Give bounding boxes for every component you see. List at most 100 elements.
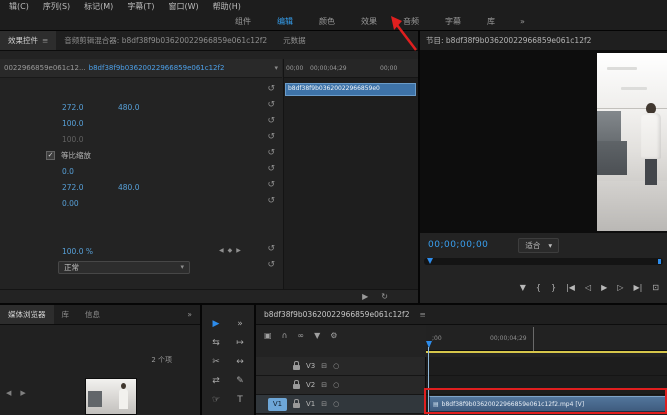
reset-icon[interactable]: ↺ [267,84,275,94]
position-x-value[interactable]: 272.0 [62,103,118,112]
next-keyframe-icon[interactable]: ▶ [236,247,245,254]
workspace-tab-effects[interactable]: 效果 [348,16,390,27]
sync-lock-icon[interactable]: ⊟ [321,381,327,389]
tab-program-monitor[interactable]: 节目: b8df38f9b03620022966859e061c12f2 [420,31,667,51]
effect-clip-bar[interactable]: b8df38f9b03620022966859e0 [285,83,416,96]
track-output-icon[interactable]: ○ [333,381,339,389]
track-lane-v2[interactable] [426,376,667,394]
tab-media-browser[interactable]: 媒体浏览器 [0,305,54,324]
pen-tool[interactable]: ✎ [228,374,252,387]
timeline-settings-icon[interactable]: ⚙ [330,331,337,340]
timeline-clip[interactable]: ▤ b8df38f9b03620022966859e061c12f2.mp4 [… [429,396,667,412]
uniform-scale-checkbox[interactable]: ✓ [46,151,55,160]
add-marker-icon[interactable]: ▼ [520,283,526,292]
opacity-value[interactable]: 100.0 % [62,247,118,256]
workspace-tab-color[interactable]: 颜色 [306,16,348,27]
rate-stretch-tool[interactable]: ↦ [228,336,252,349]
workspace-tab-assembly[interactable]: 组件 [222,16,264,27]
snap-icon[interactable]: ∩ [282,331,288,340]
reset-icon[interactable]: ↺ [267,148,275,158]
lock-icon[interactable] [293,403,300,408]
track-output-icon[interactable]: ○ [333,362,339,370]
source-patch[interactable] [268,360,287,373]
program-timecode[interactable]: 00;00;00;00 [428,240,488,250]
mark-in-icon[interactable]: { [536,283,541,292]
forward-icon[interactable]: ▶ [20,389,25,397]
export-frame-icon[interactable]: ⊡ [652,283,659,292]
back-icon[interactable]: ◀ [6,389,11,397]
scale-value[interactable]: 100.0 [62,119,118,128]
prev-keyframe-icon[interactable]: ◀ [219,247,228,254]
lock-icon[interactable] [293,384,300,389]
effect-mini-timeline[interactable]: 00;00 00;00;04;29 00;00 b8df38f9b0362002… [283,59,418,289]
tab-metadata[interactable]: 元数据 [275,31,314,50]
chevron-down-icon[interactable]: ▾ [274,64,278,72]
panel-menu-icon[interactable]: ≡ [419,310,425,319]
slip-tool[interactable]: ↔ [228,355,252,368]
play-icon[interactable]: ▶ [601,283,607,292]
go-to-in-icon[interactable]: |◀ [566,283,575,292]
workspace-tab-audio[interactable]: 音频 [390,16,432,27]
menu-window[interactable]: 窗口(W) [161,1,205,12]
source-patch[interactable] [268,379,287,392]
reset-icon[interactable]: ↺ [267,196,275,206]
step-forward-icon[interactable]: ▷ [617,283,623,292]
nest-toggle-icon[interactable]: ▣ [264,331,272,340]
program-playhead[interactable] [427,258,433,264]
reset-icon[interactable]: ↺ [267,180,275,190]
type-tool[interactable]: T [228,393,252,406]
loop-playback-icon[interactable]: ↻ [381,292,388,301]
reset-icon[interactable]: ↺ [267,116,275,126]
workspace-tab-libraries[interactable]: 库 [474,16,508,27]
menu-help[interactable]: 帮助(H) [206,1,248,12]
anchor-x-value[interactable]: 272.0 [62,183,118,192]
step-back-icon[interactable]: ◁ [585,283,591,292]
linked-selection-icon[interactable]: ∞ [297,331,304,340]
panel-menu-icon[interactable]: ≡ [42,36,48,45]
go-to-out-icon[interactable]: ▶| [633,283,642,292]
menu-captions[interactable]: 字幕(T) [120,1,161,12]
panel-overflow-icon[interactable]: » [179,305,200,324]
menu-edit[interactable]: 辑(C) [2,1,36,12]
tab-audio-clip-mixer[interactable]: 音频剪辑混合器: b8df38f9b03620022966859e061c12f… [56,31,275,50]
add-marker-icon[interactable]: ▼ [314,331,320,340]
hand-tool[interactable]: ☞ [204,393,228,406]
zoom-level-dropdown[interactable]: 适合 ▾ [518,238,559,253]
workspace-tab-editing[interactable]: 编辑 [264,16,306,27]
program-scrubber[interactable] [424,258,663,265]
media-thumbnail[interactable] [85,378,137,415]
reset-icon[interactable]: ↺ [267,164,275,174]
selection-tool[interactable]: ▶ [204,317,228,330]
add-keyframe-icon[interactable]: ◆ [228,247,237,254]
track-select-forward-tool[interactable]: » [228,317,252,330]
blend-mode-dropdown[interactable]: 正常 ▾ [58,261,190,274]
slide-tool[interactable]: ⇄ [204,374,228,387]
track-lane-v1[interactable]: ▤ b8df38f9b03620022966859e061c12f2.mp4 [… [426,395,667,413]
track-lane-v3[interactable] [426,357,667,375]
track-header-v1[interactable]: V1 V1 ⊟ ○ [256,395,426,413]
menu-sequence[interactable]: 序列(S) [36,1,77,12]
program-preview[interactable] [420,51,667,233]
timeline-playhead[interactable] [426,341,432,348]
ripple-edit-tool[interactable]: ⇆ [204,336,228,349]
menu-markers[interactable]: 标记(M) [77,1,120,12]
tab-sequence[interactable]: b8df38f9b03620022966859e061c12f2 ≡ [256,305,667,325]
track-header-v3[interactable]: V3 ⊟ ○ [256,357,426,375]
tab-effect-controls[interactable]: 效果控件 ≡ [0,31,56,50]
razor-tool[interactable]: ✂ [204,355,228,368]
reset-icon[interactable]: ↺ [267,132,275,142]
sync-lock-icon[interactable]: ⊟ [321,400,327,408]
timeline-ruler[interactable]: ;00 00;00;04;29 [426,325,667,351]
tab-info[interactable]: 信息 [77,305,108,324]
anchor-y-value[interactable]: 480.0 [118,183,174,192]
track-header-v2[interactable]: V2 ⊟ ○ [256,376,426,394]
mark-out-icon[interactable]: } [551,283,556,292]
sync-lock-icon[interactable]: ⊟ [321,362,327,370]
mini-timeline-ruler[interactable]: 00;00 00;00;04;29 00;00 [284,59,418,78]
play-clip-icon[interactable]: ▶ [362,292,368,301]
tab-libraries[interactable]: 库 [54,305,78,324]
source-patch-v1[interactable]: V1 [268,398,287,411]
workspace-tab-captions[interactable]: 字幕 [432,16,474,27]
clip-name[interactable]: b8df38f9b03620022966859e061c12f2 [89,64,225,72]
lock-icon[interactable] [293,365,300,370]
